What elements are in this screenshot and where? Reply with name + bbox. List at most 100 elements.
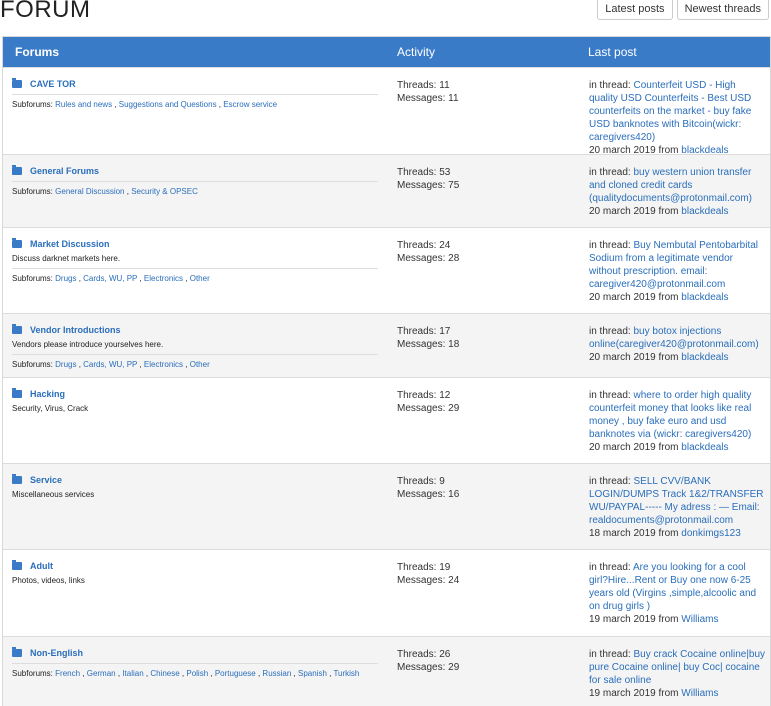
- last-post-meta: 19 march 2019 from Williams: [589, 613, 767, 626]
- folder-icon: [12, 238, 22, 248]
- subforums-label: Subforums:: [12, 274, 53, 283]
- forum-row: General Forums Subforums: General Discuss…: [3, 154, 770, 227]
- last-post-user-link[interactable]: blackdeals: [681, 352, 728, 363]
- subforum-link[interactable]: Drugs: [55, 274, 76, 283]
- last-post-meta: 20 march 2019 from blackdeals: [589, 291, 767, 304]
- forum-row: Non-English Subforums: French , German , …: [3, 636, 770, 706]
- last-post-thread: in thread: where to order high quality c…: [589, 389, 767, 441]
- forum-link[interactable]: Vendor Introductions: [30, 325, 121, 335]
- forum-link[interactable]: Adult: [30, 561, 53, 571]
- forum-description: Discuss darknet markets here.: [12, 254, 121, 263]
- messages-count: Messages: 29: [397, 402, 459, 415]
- forum-description: Security, Virus, Crack: [12, 404, 89, 413]
- activity-cell: Threads: 9 Messages: 16: [397, 475, 459, 501]
- newest-threads-button[interactable]: Newest threads: [676, 0, 769, 20]
- threads-count: Threads: 26: [397, 648, 459, 661]
- threads-label: Threads:: [397, 649, 437, 660]
- folder-icon: [12, 560, 22, 570]
- threads-label: Threads:: [397, 240, 437, 251]
- forum-heading: Hacking: [12, 388, 378, 399]
- subforum-link[interactable]: Chinese: [150, 669, 179, 678]
- subforums-label: Subforums:: [12, 100, 53, 109]
- last-post-thread: in thread: buy botox injections online(c…: [589, 325, 767, 351]
- messages-value: 18: [448, 339, 460, 350]
- subforum-link[interactable]: Electronics: [144, 360, 183, 369]
- latest-posts-button[interactable]: Latest posts: [597, 0, 673, 20]
- threads-label: Threads:: [397, 562, 437, 573]
- in-thread-label: in thread:: [589, 240, 631, 251]
- subforum-link[interactable]: Drugs: [55, 360, 76, 369]
- messages-label: Messages:: [397, 180, 446, 191]
- subforum-link[interactable]: Polish: [186, 669, 208, 678]
- forum-link[interactable]: Service: [30, 475, 62, 485]
- from-label: from: [658, 442, 679, 453]
- subforums-list: Subforums: Drugs , Cards, WU, PP , Elect…: [12, 268, 378, 283]
- last-post-user-link[interactable]: Williams: [681, 614, 718, 625]
- folder-icon: [12, 165, 22, 175]
- subforum-link[interactable]: Electronics: [144, 274, 183, 283]
- last-post-user-link[interactable]: Williams: [681, 688, 718, 699]
- last-post-meta: 18 march 2019 from donkimgs123: [589, 527, 767, 540]
- header-forums: Forums: [15, 45, 60, 59]
- last-post-user-link[interactable]: blackdeals: [681, 206, 728, 217]
- subforum-link[interactable]: Security & OPSEC: [131, 187, 198, 196]
- subforum-link[interactable]: Other: [190, 360, 210, 369]
- in-thread-label: in thread:: [589, 649, 631, 660]
- threads-count: Threads: 53: [397, 166, 459, 179]
- forum-description: Miscellaneous services: [12, 490, 95, 499]
- forum-cell: Market Discussion Discuss darknet markets…: [12, 238, 378, 283]
- threads-count: Threads: 9: [397, 475, 459, 488]
- messages-count: Messages: 18: [397, 338, 459, 351]
- forum-cell: Hacking Security, Virus, Crack: [12, 388, 378, 413]
- threads-value: 26: [439, 649, 451, 660]
- subforum-link[interactable]: German: [87, 669, 116, 678]
- subforums-label: Subforums:: [12, 669, 53, 678]
- subforum-link[interactable]: Italian: [122, 669, 143, 678]
- forum-link[interactable]: Hacking: [30, 389, 65, 399]
- forum-heading: Vendor Introductions: [12, 324, 378, 335]
- from-label: from: [658, 352, 679, 363]
- last-post-user-link[interactable]: donkimgs123: [681, 528, 740, 539]
- forum-link[interactable]: Market Discussion: [30, 239, 110, 249]
- subforum-link[interactable]: Russian: [262, 669, 291, 678]
- last-post-cell: in thread: buy western union transfer an…: [589, 166, 767, 218]
- messages-label: Messages:: [397, 662, 446, 673]
- messages-label: Messages:: [397, 339, 446, 350]
- forum-link[interactable]: General Forums: [30, 166, 99, 176]
- last-post-meta: 20 march 2019 from blackdeals: [589, 351, 767, 364]
- subforum-link[interactable]: Turkish: [333, 669, 359, 678]
- activity-cell: Threads: 19 Messages: 24: [397, 561, 459, 587]
- messages-label: Messages:: [397, 575, 446, 586]
- threads-value: 24: [439, 240, 451, 251]
- last-post-meta: 20 march 2019 from blackdeals: [589, 205, 767, 218]
- forum-heading: Market Discussion: [12, 238, 378, 249]
- activity-cell: Threads: 11 Messages: 11: [397, 79, 459, 105]
- activity-cell: Threads: 17 Messages: 18: [397, 325, 459, 351]
- last-post-thread: in thread: Buy crack Cocaine online|buy …: [589, 648, 767, 687]
- subforum-link[interactable]: Portuguese: [215, 669, 256, 678]
- subforum-link[interactable]: Cards, WU, PP: [83, 360, 137, 369]
- subforum-link[interactable]: General Discussion: [55, 187, 124, 196]
- from-label: from: [658, 688, 679, 699]
- forum-link[interactable]: Non-English: [30, 648, 83, 658]
- forum-link[interactable]: CAVE TOR: [30, 79, 76, 89]
- threads-value: 11: [439, 80, 450, 91]
- threads-value: 12: [439, 390, 451, 401]
- subforum-link[interactable]: Other: [190, 274, 210, 283]
- activity-cell: Threads: 24 Messages: 28: [397, 239, 459, 265]
- subforum-link[interactable]: French: [55, 669, 80, 678]
- forum-rows: CAVE TOR Subforums: Rules and news , Sugg…: [3, 67, 770, 706]
- subforum-link[interactable]: Escrow service: [223, 100, 277, 109]
- last-post-date: 18 march 2019: [589, 528, 656, 539]
- subforums-label: Subforums:: [12, 360, 53, 369]
- subforum-link[interactable]: Suggestions and Questions: [119, 100, 217, 109]
- forum-row: Service Miscellaneous services Threads: 9M…: [3, 463, 770, 549]
- forum-cell: General Forums Subforums: General Discuss…: [12, 165, 378, 196]
- last-post-user-link[interactable]: blackdeals: [681, 292, 728, 303]
- subforum-link[interactable]: Spanish: [298, 669, 327, 678]
- subforum-link[interactable]: Cards, WU, PP: [83, 274, 137, 283]
- subforum-link[interactable]: Rules and news: [55, 100, 112, 109]
- last-post-user-link[interactable]: blackdeals: [681, 442, 728, 453]
- last-post-cell: in thread: SELL CVV/BANK LOGIN/DUMPS Tra…: [589, 475, 767, 540]
- subforums-list: Subforums: French , German , Italian , C…: [12, 663, 378, 678]
